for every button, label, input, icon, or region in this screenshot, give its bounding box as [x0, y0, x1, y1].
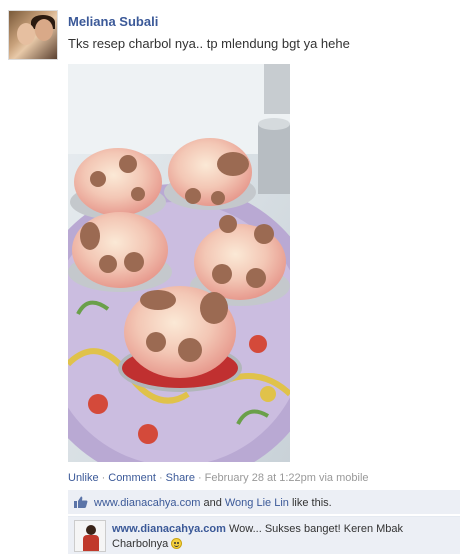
- comment-item: www.dianacahya.com Wow... Sukses banget!…: [68, 516, 460, 554]
- post-message: Tks resep charbol nya.. tp mlendung bgt …: [68, 36, 350, 51]
- separator: ·: [101, 472, 106, 484]
- avatar-head: [86, 525, 96, 535]
- unlike-link[interactable]: Unlike: [68, 472, 99, 484]
- commenter-avatar[interactable]: [74, 520, 106, 552]
- likes-suffix: like this.: [291, 497, 332, 509]
- separator: ·: [197, 472, 202, 484]
- liker-link[interactable]: Wong Lie Lin: [225, 497, 289, 509]
- commenter-name[interactable]: www.dianacahya.com: [112, 523, 226, 535]
- steamed-buns-photo: [68, 64, 290, 462]
- post-author-name[interactable]: Meliana Subali: [68, 14, 158, 29]
- avatar-face: [17, 23, 35, 45]
- avatar-body: [83, 535, 99, 551]
- thumbs-up-icon: [74, 496, 88, 508]
- likes-summary: www.dianacahya.com and Wong Lie Lin like…: [68, 490, 460, 514]
- separator: ·: [158, 472, 163, 484]
- liker-link[interactable]: www.dianacahya.com: [94, 497, 200, 509]
- share-link[interactable]: Share: [166, 472, 195, 484]
- smiley-icon: [171, 538, 183, 549]
- likes-conjunction: and: [203, 497, 222, 509]
- comment-link[interactable]: Comment: [108, 472, 156, 484]
- post-actions: Unlike · Comment · Share · February 28 at 1:22…: [68, 472, 369, 484]
- author-avatar[interactable]: [8, 10, 58, 60]
- avatar-face: [35, 19, 53, 41]
- comment-body: www.dianacahya.com Wow... Sukses banget!…: [112, 522, 452, 552]
- post-photo[interactable]: [68, 64, 290, 462]
- post-timestamp[interactable]: February 28 at 1:22pm via mobile: [205, 472, 369, 484]
